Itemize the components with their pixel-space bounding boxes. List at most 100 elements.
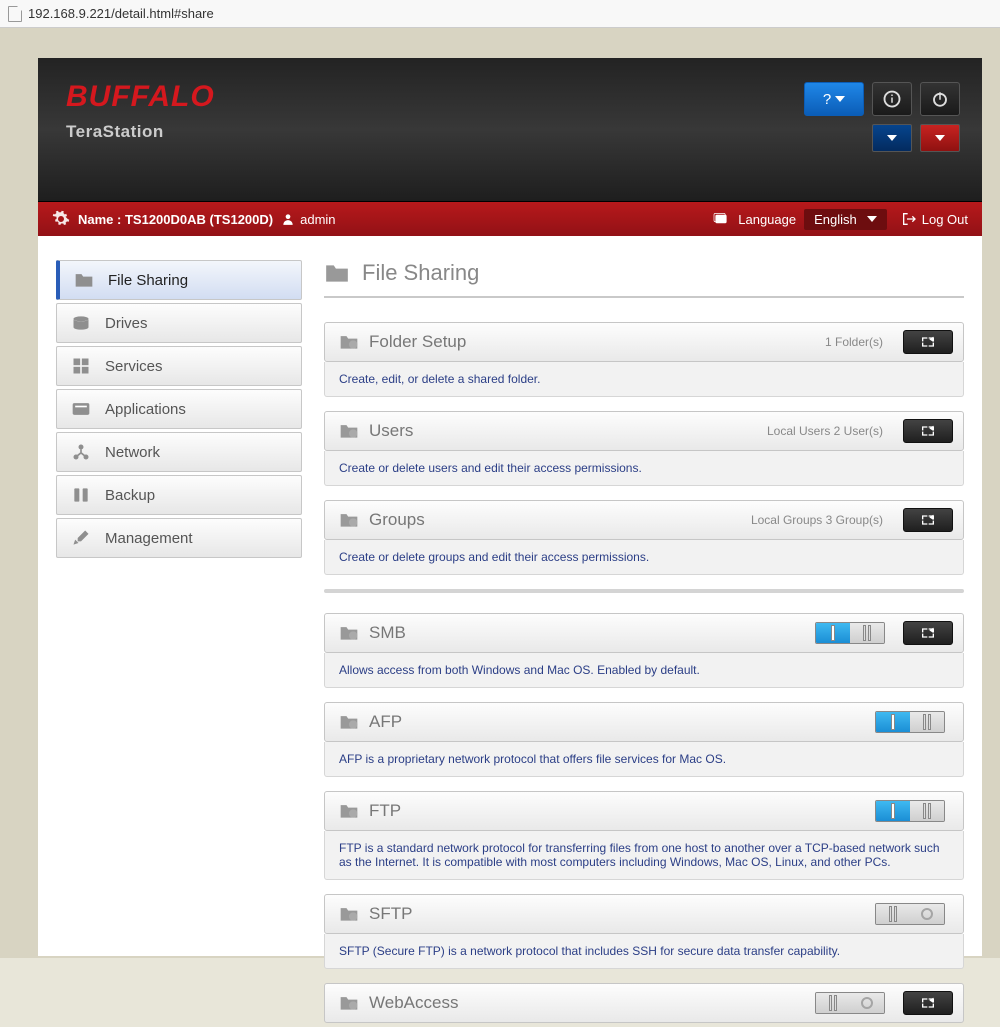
gear-icon[interactable] — [52, 210, 70, 228]
chevron-down-icon — [935, 135, 945, 141]
url-text: 192.168.9.221/detail.html#share — [28, 6, 214, 21]
panel-description: FTP is a standard network protocol for t… — [324, 831, 964, 880]
page-background: BUFFALO TeraStation ? Name : TS1200D0AB … — [0, 28, 1000, 958]
expand-icon — [920, 513, 936, 527]
network-icon — [71, 442, 91, 462]
panel-header-groups[interactable]: Groups Local Groups 3 Group(s) — [324, 500, 964, 540]
expand-icon — [920, 424, 936, 438]
power-button[interactable] — [920, 82, 960, 116]
panel-description: Allows access from both Windows and Mac … — [324, 653, 964, 688]
panel-title: Groups — [369, 510, 741, 530]
page-title: File Sharing — [324, 260, 964, 298]
document-icon — [8, 6, 22, 22]
expand-icon — [920, 996, 936, 1010]
panel-description: AFP is a proprietary network protocol th… — [324, 742, 964, 777]
expand-button[interactable] — [903, 419, 953, 443]
language-label: Language — [738, 212, 796, 227]
panel-title: SFTP — [369, 904, 865, 924]
sidebar-item-network[interactable]: Network — [56, 432, 302, 472]
name-label: Name : — [78, 212, 121, 227]
toggle-switch[interactable] — [875, 711, 945, 733]
panel-header-afp[interactable]: AFP — [324, 702, 964, 742]
expand-icon — [920, 335, 936, 349]
panel-icon — [339, 422, 359, 440]
language-icon — [712, 212, 730, 226]
logout-icon — [901, 211, 917, 227]
sidebar-item-drives[interactable]: Drives — [56, 303, 302, 343]
sidebar-item-applications[interactable]: Applications — [56, 389, 302, 429]
panel-header-sftp[interactable]: SFTP — [324, 894, 964, 934]
panel-header-folder-setup[interactable]: Folder Setup 1 Folder(s) — [324, 322, 964, 362]
folder-icon — [74, 270, 94, 290]
panel-icon — [339, 802, 359, 820]
panel-icon — [339, 511, 359, 529]
sidebar-item-file-sharing[interactable]: File Sharing — [56, 260, 302, 300]
panel-title: AFP — [369, 712, 865, 732]
sidebar-item-management[interactable]: Management — [56, 518, 302, 558]
panel-description: Create or delete groups and edit their a… — [324, 540, 964, 575]
folder-icon — [324, 262, 350, 284]
panel-title: SMB — [369, 623, 805, 643]
panel-title: FTP — [369, 801, 865, 821]
sidebar-item-label: Management — [105, 530, 193, 547]
sidebar-item-label: Drives — [105, 315, 148, 332]
header-dropdown-1[interactable] — [872, 124, 912, 152]
language-selector[interactable]: English — [804, 209, 887, 230]
panel-title: Folder Setup — [369, 332, 815, 352]
main-content: File Sharing Folder Setup 1 Folder(s) Crea… — [324, 260, 964, 956]
panel-title: WebAccess — [369, 993, 805, 1013]
panel-icon — [339, 905, 359, 923]
sidebar: File Sharing Drives Services Applications Ne… — [56, 260, 302, 956]
management-icon — [71, 528, 91, 548]
apps-icon — [71, 399, 91, 419]
backup-icon — [71, 485, 91, 505]
toggle-switch[interactable] — [815, 992, 885, 1014]
panel-icon — [339, 994, 359, 1012]
sidebar-item-label: Network — [105, 444, 160, 461]
sidebar-item-backup[interactable]: Backup — [56, 475, 302, 515]
panel-description: SFTP (Secure FTP) is a network protocol … — [324, 934, 964, 969]
expand-button[interactable] — [903, 991, 953, 1015]
address-bar[interactable]: 192.168.9.221/detail.html#share — [0, 0, 1000, 28]
services-icon — [71, 356, 91, 376]
chevron-down-icon — [887, 135, 897, 141]
sidebar-item-label: Backup — [105, 487, 155, 504]
info-icon — [883, 90, 901, 108]
panel-description: Create or delete users and edit their ac… — [324, 451, 964, 486]
user-display[interactable]: admin — [281, 212, 335, 227]
toggle-switch[interactable] — [875, 903, 945, 925]
drive-icon — [71, 313, 91, 333]
sidebar-item-label: Services — [105, 358, 163, 375]
logout-button[interactable]: Log Out — [901, 211, 968, 227]
help-button[interactable]: ? — [804, 82, 864, 116]
sidebar-item-label: Applications — [105, 401, 186, 418]
expand-button[interactable] — [903, 508, 953, 532]
panel-icon — [339, 333, 359, 351]
toggle-switch[interactable] — [815, 622, 885, 644]
header-dropdown-2[interactable] — [920, 124, 960, 152]
user-icon — [281, 212, 295, 226]
power-icon — [931, 90, 949, 108]
expand-icon — [920, 626, 936, 640]
device-name: TS1200D0AB (TS1200D) — [125, 212, 273, 227]
panel-count: Local Users 2 User(s) — [767, 424, 883, 438]
sidebar-item-label: File Sharing — [108, 272, 188, 289]
panel-title: Users — [369, 421, 757, 441]
app-header: BUFFALO TeraStation ? — [38, 58, 982, 202]
panel-icon — [339, 624, 359, 642]
panel-header-webaccess[interactable]: WebAccess — [324, 983, 964, 1023]
panel-header-smb[interactable]: SMB — [324, 613, 964, 653]
panel-icon — [339, 713, 359, 731]
sidebar-item-services[interactable]: Services — [56, 346, 302, 386]
info-button[interactable] — [872, 82, 912, 116]
section-divider — [324, 589, 964, 593]
panel-header-users[interactable]: Users Local Users 2 User(s) — [324, 411, 964, 451]
panel-count: Local Groups 3 Group(s) — [751, 513, 883, 527]
expand-button[interactable] — [903, 621, 953, 645]
panel-header-ftp[interactable]: FTP — [324, 791, 964, 831]
panel-count: 1 Folder(s) — [825, 335, 883, 349]
chevron-down-icon — [835, 96, 845, 102]
toggle-switch[interactable] — [875, 800, 945, 822]
expand-button[interactable] — [903, 330, 953, 354]
info-bar: Name : TS1200D0AB (TS1200D) admin Langua… — [38, 202, 982, 236]
